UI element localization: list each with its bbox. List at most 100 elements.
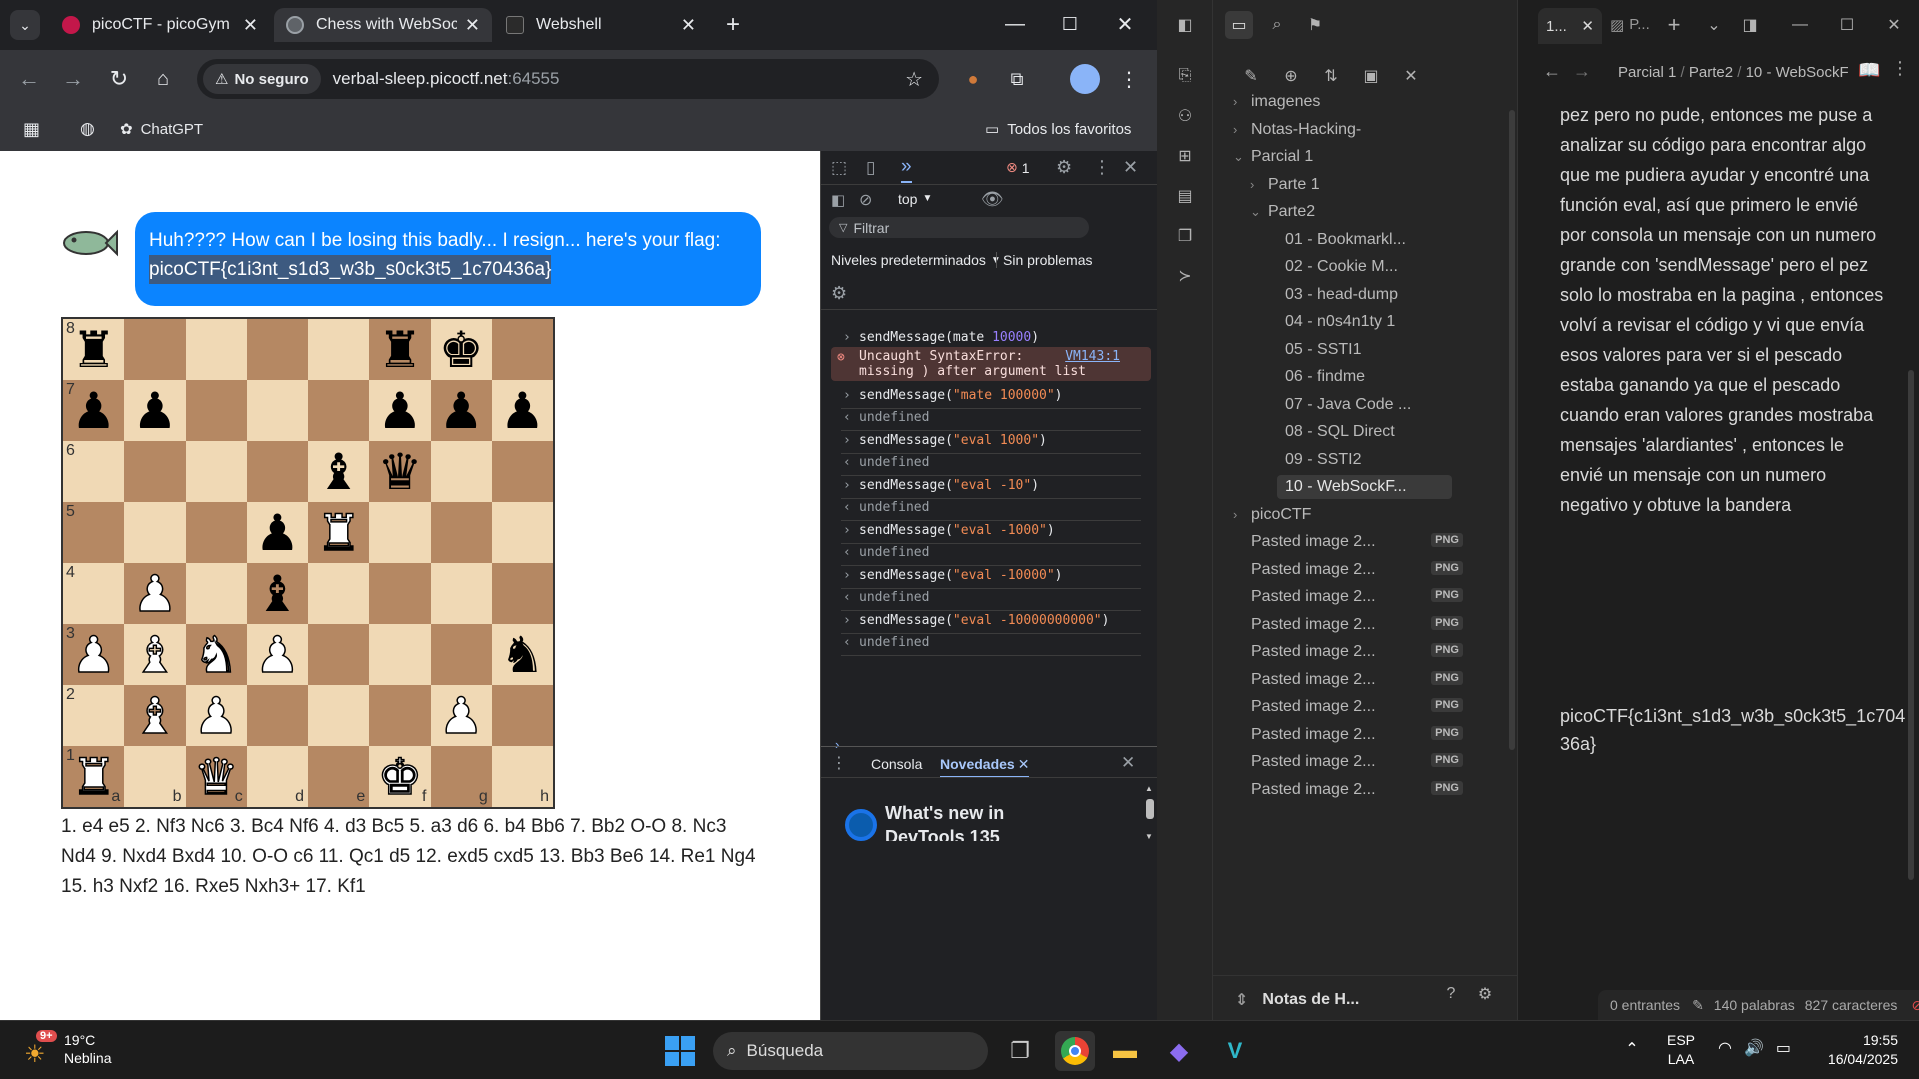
square-h6[interactable]: [491, 441, 553, 502]
tab-consola[interactable]: Consola: [871, 756, 922, 772]
square-e7[interactable]: [308, 380, 370, 441]
square-g2[interactable]: ♟: [430, 685, 492, 746]
white-king-icon[interactable]: ♚: [377, 751, 423, 803]
white-pawn-icon[interactable]: ♟: [193, 690, 239, 742]
vault-settings-icon[interactable]: ⚙: [1471, 980, 1499, 1008]
square-a1[interactable]: 1 a ♜: [63, 746, 125, 807]
square-a6[interactable]: 6: [63, 441, 125, 502]
help-icon[interactable]: ?: [1437, 980, 1465, 1008]
black-king-icon[interactable]: ♚: [439, 325, 484, 375]
note-file-item[interactable]: 02 - Cookie M...: [1285, 258, 1453, 276]
more-options-icon[interactable]: ⋮: [1891, 58, 1909, 79]
close-tab-icon[interactable]: ✕: [465, 15, 480, 36]
square-f3[interactable]: [369, 624, 431, 685]
close-window-button[interactable]: ✕: [1880, 11, 1908, 39]
bookmark-chatgpt[interactable]: ✿ ChatGPT: [120, 120, 203, 139]
close-tab-icon[interactable]: ✕: [243, 15, 258, 36]
square-d3[interactable]: ♟: [246, 624, 308, 685]
open-quick-switcher-icon[interactable]: ⎘: [1171, 62, 1199, 90]
square-b4[interactable]: ♟: [124, 563, 186, 624]
issues-button[interactable]: Sin problemas: [996, 252, 1093, 268]
nav-back-icon[interactable]: ←: [1543, 61, 1561, 82]
reading-view-icon[interactable]: 📖: [1858, 60, 1880, 81]
weather-widget[interactable]: ☀ 9+ 19°C Neblina: [22, 1030, 111, 1068]
close-all-icon[interactable]: ✕: [1397, 62, 1425, 90]
bookmarks-icon[interactable]: ⚑: [1301, 11, 1329, 39]
home-button[interactable]: ⌂: [148, 64, 178, 94]
square-d6[interactable]: [246, 441, 308, 502]
editor-tab-2[interactable]: ▨ P...: [1610, 16, 1650, 34]
breadcrumb-item[interactable]: 10 - WebSockFis: [1746, 64, 1848, 81]
folder-item[interactable]: › Parte 1: [1250, 176, 1453, 194]
square-h2[interactable]: [491, 685, 553, 746]
black-pawn-icon[interactable]: ♟: [71, 386, 116, 436]
square-a3[interactable]: 3 ♟: [63, 624, 125, 685]
white-pawn-icon[interactable]: ♟: [438, 690, 484, 742]
image-file-item[interactable]: Pasted image 2... PNG: [1251, 643, 1463, 661]
square-e5[interactable]: ♜: [308, 502, 370, 563]
square-b2[interactable]: ♝: [124, 685, 186, 746]
black-pawn-icon[interactable]: ♟: [439, 386, 484, 436]
square-h1[interactable]: h: [491, 746, 553, 807]
note-file-item[interactable]: 04 - n0s4n1ty 1: [1285, 313, 1453, 331]
white-knight-icon[interactable]: ♞: [193, 629, 239, 681]
black-pawn-icon[interactable]: ♟: [255, 508, 300, 558]
square-f1[interactable]: f ♚: [369, 746, 431, 807]
error-source-link[interactable]: VM143:1: [1065, 349, 1120, 364]
square-a4[interactable]: 4: [63, 563, 125, 624]
square-h3[interactable]: ♞: [491, 624, 553, 685]
square-d5[interactable]: ♟: [246, 502, 308, 563]
square-e1[interactable]: e: [308, 746, 370, 807]
image-file-item[interactable]: Pasted image 2... PNG: [1251, 725, 1463, 744]
sync-error-icon[interactable]: ⊘: [1911, 997, 1919, 1014]
square-d8[interactable]: [246, 319, 308, 380]
square-d7[interactable]: [246, 380, 308, 441]
square-g4[interactable]: [430, 563, 492, 624]
note-file-item[interactable]: 09 - SSTI2: [1285, 451, 1453, 469]
minimize-button[interactable]: —: [995, 8, 1035, 40]
square-c7[interactable]: [185, 380, 247, 441]
files-tab-icon[interactable]: ▭: [1225, 11, 1253, 39]
square-g1[interactable]: g: [430, 746, 492, 807]
taskbar-search[interactable]: ⌕ Búsqueda: [713, 1032, 988, 1070]
black-rook-icon[interactable]: ♜: [71, 325, 116, 375]
all-bookmarks-folder[interactable]: ▭ Todos los favoritos: [985, 120, 1131, 139]
start-button[interactable]: [665, 1036, 695, 1066]
note-file-item[interactable]: 03 - head-dump: [1285, 286, 1453, 304]
square-e8[interactable]: [308, 319, 370, 380]
note-file-item[interactable]: 01 - Bookmarkl...: [1285, 231, 1453, 249]
new-note-icon[interactable]: ✎: [1237, 62, 1265, 90]
maximize-button[interactable]: ☐: [1050, 8, 1090, 40]
address-bar[interactable]: ⚠ No seguro verbal-sleep.picoctf.net:645…: [197, 59, 939, 99]
square-d1[interactable]: d: [246, 746, 308, 807]
new-folder-icon[interactable]: ⊕: [1277, 62, 1305, 90]
white-queen-icon[interactable]: ♛: [193, 751, 239, 803]
cookie-extension-icon[interactable]: ●: [958, 64, 988, 94]
white-pawn-icon[interactable]: ♟: [70, 629, 116, 681]
drawer-menu-icon[interactable]: ⋮: [831, 753, 847, 773]
black-queen-icon[interactable]: ♛: [377, 447, 422, 497]
clock[interactable]: 19:55 16/04/2025: [1818, 1031, 1898, 1069]
reload-button[interactable]: ↻: [104, 64, 134, 94]
security-chip[interactable]: ⚠ No seguro: [203, 64, 321, 94]
note-file-item[interactable]: 06 - findme: [1285, 368, 1453, 386]
square-a8[interactable]: 8 ♜: [63, 319, 125, 380]
black-bishop-icon[interactable]: ♝: [316, 447, 361, 497]
close-devtools-icon[interactable]: ✕: [1123, 157, 1138, 178]
image-file-item[interactable]: Pasted image 2... PNG: [1251, 533, 1463, 551]
square-a2[interactable]: 2: [63, 685, 125, 746]
tab-novedades[interactable]: Novedades ✕: [940, 756, 1030, 778]
white-bishop-icon[interactable]: ♝: [132, 690, 178, 742]
square-c8[interactable]: [185, 319, 247, 380]
file-explorer-taskbar-icon[interactable]: ▬: [1108, 1034, 1142, 1068]
clear-console-icon[interactable]: ⊘: [859, 190, 872, 210]
square-b7[interactable]: ♟: [124, 380, 186, 441]
breadcrumb-item[interactable]: Parcial 1: [1618, 64, 1676, 81]
visual-studio-taskbar-icon[interactable]: V: [1218, 1034, 1252, 1068]
system-tray-icons[interactable]: ◠ 🔊 ▭: [1718, 1038, 1791, 1058]
editor-scrollbar[interactable]: [1908, 370, 1914, 880]
square-b5[interactable]: [124, 502, 186, 563]
new-tab-button[interactable]: +: [718, 10, 748, 40]
square-a5[interactable]: 5: [63, 502, 125, 563]
backlinks-count[interactable]: 0 entrantes: [1610, 997, 1680, 1013]
